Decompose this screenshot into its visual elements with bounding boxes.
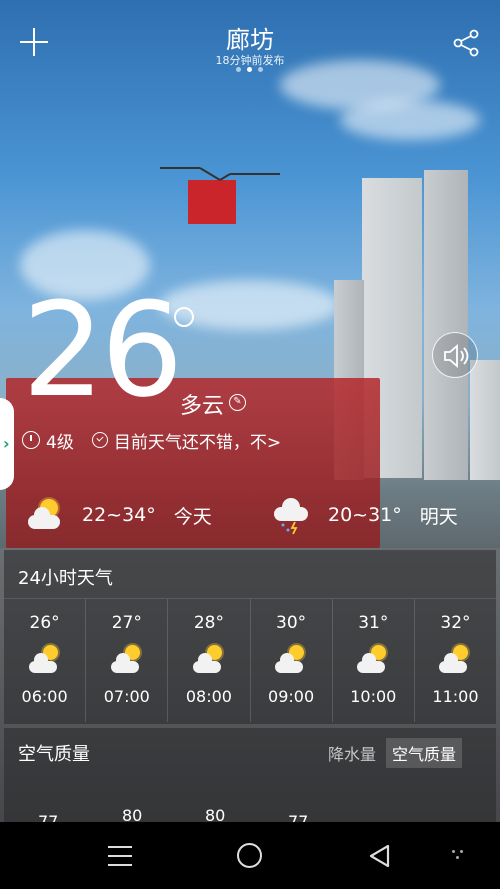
hour-item: 32° 11:00 [415,599,496,722]
partly-cloudy-icon [109,645,145,677]
system-nav-bar [0,822,500,889]
current-temperature: 26 [22,274,183,426]
partly-cloudy-icon [27,645,63,677]
menu-icon[interactable] [108,846,132,866]
building-decoration [362,178,422,478]
page-indicator [236,67,263,72]
chevron-right-icon: › [3,434,10,453]
air-quality-tabs: 降水量 空气质量 [318,738,463,768]
hour-temp: 32° [440,613,471,633]
hourly-title: 24小时天气 [18,568,113,589]
hour-temp: 27° [111,613,142,633]
page-dot [236,67,241,72]
tip-icon [91,432,108,448]
hour-item: 31° 10:00 [333,599,415,722]
wind-level: 4级 [46,432,74,453]
hour-time: 09:00 [268,687,315,706]
hour-time: 08:00 [185,687,232,706]
forecast-tomorrow[interactable]: 20~31° 明天 [272,490,458,540]
hour-time: 06:00 [21,687,68,706]
tab-air-quality[interactable]: 空气质量 [386,738,463,768]
hour-item: 27° 07:00 [86,599,169,722]
tomorrow-label: 明天 [419,505,458,528]
hour-item: 28° 08:00 [168,599,251,722]
page-dot-active [247,67,252,72]
side-drawer-handle[interactable]: › [0,398,14,490]
thunder-rain-icon [272,495,312,535]
hour-temp: 28° [193,613,224,633]
tab-precipitation[interactable]: 降水量 [322,738,382,768]
top-bar: 廊坊 18分钟前发布 [0,0,500,80]
today-label: 今天 [173,505,212,528]
partly-cloudy-icon [191,645,227,677]
daily-forecast: 22~34° 今天 20~31° 明天 [0,490,500,540]
building-decoration [334,280,364,480]
city-name[interactable]: 廊坊 [0,20,500,55]
wind-tip-row: 4级 目前天气还不错，不> [22,427,281,453]
publish-time: 18分钟前发布 [215,54,285,67]
edit-icon[interactable]: ✎ [229,394,246,411]
partly-cloudy-icon [355,645,391,677]
hourly-list[interactable]: 26° 06:00 27° 07:00 28° 08:00 30° 09:00 … [4,598,496,722]
hour-time: 11:00 [432,687,479,706]
air-quality-title: 空气质量 [18,744,90,765]
hour-temp: 26° [29,613,60,633]
partly-cloudy-icon [437,645,473,677]
cloud-decoration [340,100,480,140]
speaker-icon[interactable] [432,332,478,378]
hour-item: 30° 09:00 [251,599,333,722]
degree-symbol-icon [174,307,194,327]
partly-cloudy-icon [273,645,309,677]
weather-tip[interactable]: 目前天气还不错，不> [114,428,281,453]
hour-temp: 30° [276,613,307,633]
wind-icon [22,431,40,449]
home-icon[interactable] [237,843,262,868]
drone-decoration [160,160,280,230]
share-icon[interactable] [452,28,482,58]
hour-time: 07:00 [103,687,150,706]
building-decoration [424,170,468,480]
forecast-today[interactable]: 22~34° 今天 [26,490,212,540]
more-dots-icon[interactable] [452,850,468,860]
tomorrow-range: 20~31° [328,504,402,526]
partly-cloudy-icon [26,495,66,535]
hour-item: 26° 06:00 [4,599,87,722]
hour-time: 10:00 [350,687,397,706]
hour-temp: 31° [358,613,389,633]
today-range: 22~34° [82,504,156,526]
back-icon[interactable] [368,844,392,868]
page-dot [258,67,263,72]
current-condition: 多云 [180,394,225,419]
